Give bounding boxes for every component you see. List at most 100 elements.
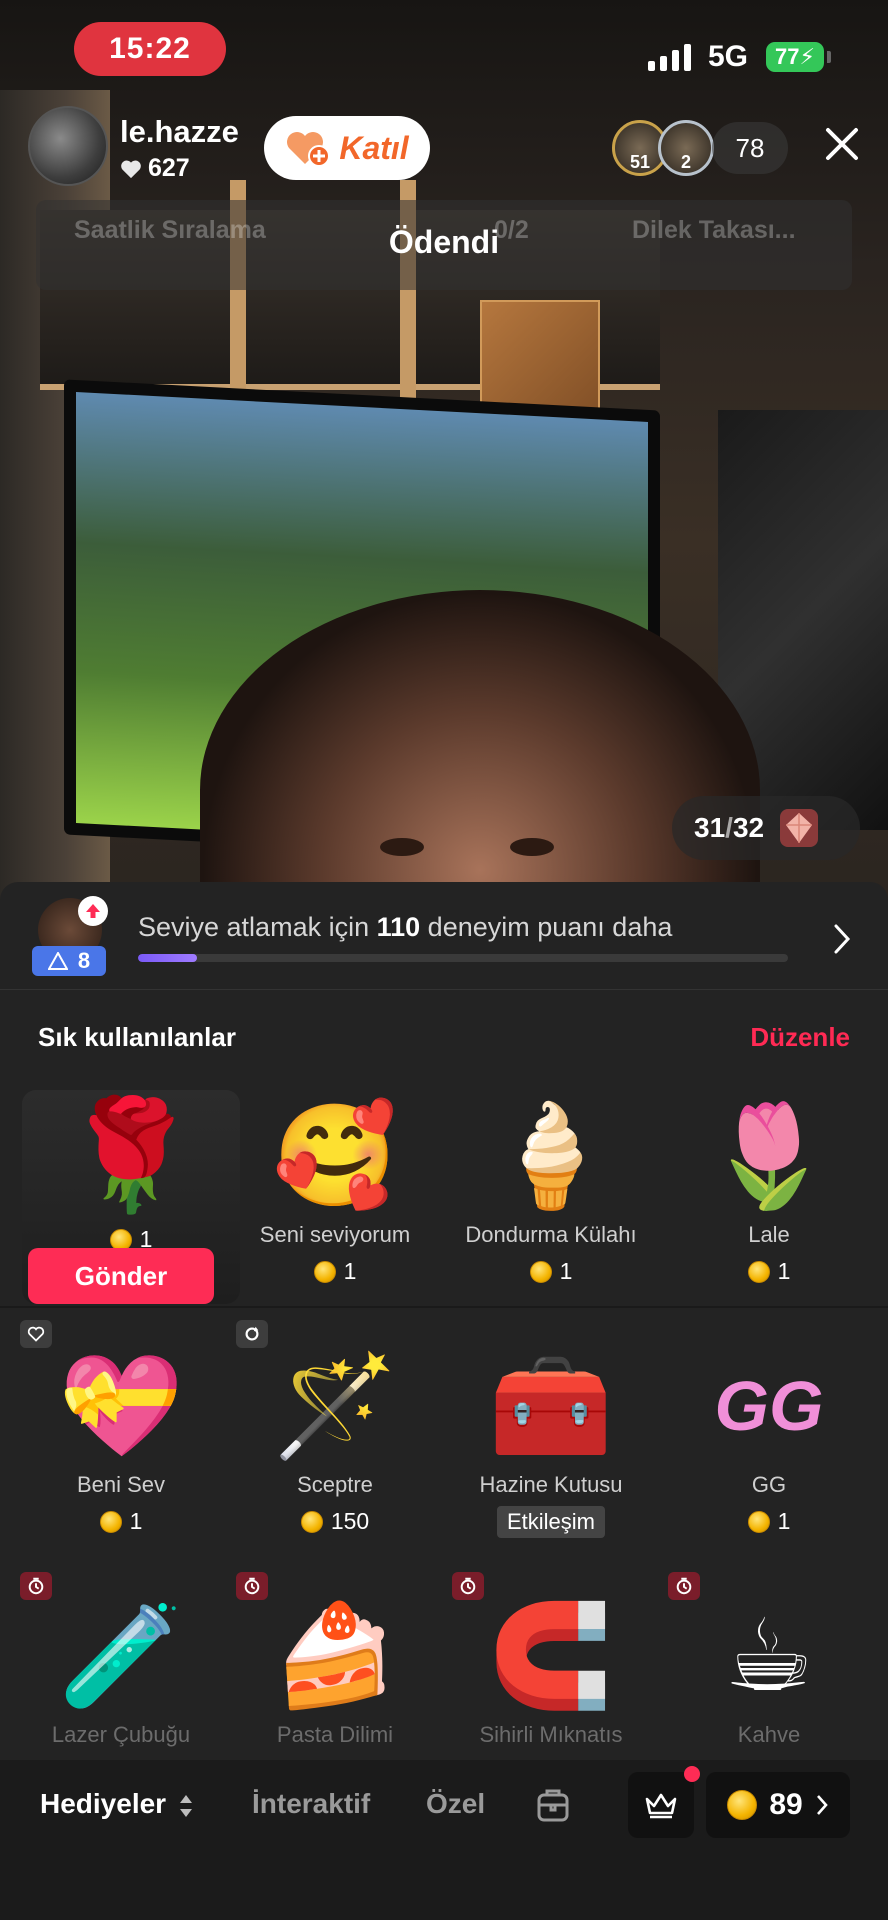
gift-item-dondurma[interactable]: 🍦 Dondurma Külahı 1	[442, 1096, 660, 1285]
gift-name: Beni Sev	[76, 1472, 166, 1497]
tab-interactive[interactable]: İnteraktif	[252, 1788, 370, 1820]
edit-button[interactable]: Düzenle	[750, 1022, 850, 1053]
recharge-button[interactable]: 89	[706, 1772, 850, 1838]
gift-name: Pasta Dilimi	[276, 1722, 394, 1747]
gem-counter[interactable]: 31/32	[672, 796, 860, 860]
love-heart-icon: 💝	[58, 1350, 184, 1462]
coin-icon	[747, 1510, 770, 1533]
crown-button[interactable]	[628, 1772, 694, 1838]
gift-name: Lale	[748, 1222, 790, 1247]
battery-icon: 77 ⚡	[766, 42, 824, 72]
level-progress-fill	[138, 954, 197, 962]
gift-item-lale[interactable]: 🌷 Lale 1	[660, 1096, 878, 1285]
coin-icon	[313, 1260, 336, 1283]
video-eye	[380, 838, 424, 856]
tab-gifts[interactable]: Hediyeler	[40, 1788, 166, 1820]
join-label: Katıl	[339, 129, 409, 166]
interaction-badge: Etkileşim	[496, 1506, 605, 1538]
coin-icon	[300, 1510, 323, 1533]
sceptre-icon: 🪄	[272, 1350, 398, 1462]
level-progress-bar	[138, 954, 788, 962]
level-text: Seviye atlamak için 110 deneyim puanı da…	[138, 912, 672, 943]
frequent-title: Sık kullanılanlar	[38, 1022, 236, 1052]
level-text-suffix: deneyim puanı daha	[420, 912, 673, 942]
network-label: 5G	[708, 40, 749, 73]
coin-icon	[99, 1510, 122, 1533]
gift-price: 150	[226, 1508, 444, 1535]
tulip-icon: 🌷	[706, 1100, 832, 1212]
sort-icon[interactable]	[178, 1792, 194, 1820]
gift-item-pasta-dilimi[interactable]: 🍰 Pasta Dilimi	[226, 1596, 444, 1752]
level-number: 8	[77, 948, 91, 973]
gem-icon	[780, 809, 819, 847]
gift-price-value: 1	[777, 1258, 791, 1284]
tab-special[interactable]: Özel	[426, 1788, 485, 1820]
gift-name: Kahve	[737, 1722, 801, 1747]
gift-price: 1	[12, 1508, 230, 1535]
battery-tip	[827, 51, 831, 63]
gift-item-sihirli-miknatis[interactable]: 🧲 Sihirli Mıknatıs	[442, 1596, 660, 1752]
status-time: 15:22	[74, 22, 226, 76]
battery-level: 77	[775, 44, 800, 69]
gift-item-lazer-cubugu[interactable]: 🧪 Lazer Çubuğu	[12, 1596, 230, 1752]
heart-tag-icon	[20, 1320, 52, 1348]
notification-dot	[684, 1766, 700, 1782]
join-button[interactable]: Katıl	[264, 116, 430, 180]
backpack-icon[interactable]	[534, 1786, 572, 1824]
level-triangle-icon	[47, 952, 68, 970]
top-viewer-avatar[interactable]: 2	[658, 120, 714, 176]
gift-name: Sceptre	[297, 1472, 373, 1497]
treasure-chest-icon: 🧰	[488, 1350, 614, 1462]
hug-heart-icon: 🥰	[272, 1100, 398, 1212]
cake-slice-icon: 🍰	[272, 1600, 398, 1712]
ice-cream-icon: 🍦	[488, 1100, 614, 1212]
paid-toast-text: Ödendi	[388, 224, 500, 260]
gift-name: Sihirli Mıknatıs	[479, 1722, 623, 1747]
close-icon[interactable]	[822, 124, 862, 164]
refresh-tag-icon	[236, 1320, 268, 1348]
magnet-icon: 🧲	[488, 1600, 614, 1712]
level-badge: 8	[32, 946, 106, 976]
level-up-icon	[78, 896, 108, 926]
gift-name: Hazine Kutusu	[479, 1472, 623, 1497]
gift-price-value: 1	[343, 1258, 357, 1284]
rose-icon: 🌹	[63, 1094, 199, 1215]
host-avatar[interactable]	[28, 106, 108, 186]
level-text-prefix: Seviye atlamak için	[138, 912, 377, 942]
host-name[interactable]: le.hazze	[120, 114, 239, 150]
gift-name: Dondurma Külahı	[465, 1222, 637, 1247]
gift-name: Seni seviyorum	[259, 1222, 411, 1247]
chevron-right-icon	[816, 1795, 828, 1815]
laser-stick-icon: 🧪	[58, 1600, 184, 1712]
gift-item-seni-seviyorum[interactable]: 🥰 Seni seviyorum 1	[226, 1096, 444, 1285]
gift-price-value: 1	[129, 1508, 143, 1534]
coin-balance: 89	[769, 1788, 803, 1821]
coin-icon	[529, 1260, 552, 1283]
gift-item-hazine-kutusu[interactable]: 🧰 Hazine Kutusu Etkileşim	[442, 1346, 660, 1538]
gem-total: 32	[732, 812, 765, 843]
gem-current: 31	[694, 812, 726, 843]
gift-price-value: 1	[777, 1508, 791, 1534]
gift-item-kahve[interactable]: ☕ Kahve	[660, 1596, 878, 1752]
gift-name: Lazer Çubuğu	[51, 1722, 191, 1747]
heart-icon	[121, 160, 141, 178]
gift-item-gg[interactable]: GG GG 1	[660, 1346, 878, 1535]
video-eye	[510, 838, 554, 856]
gift-item-beni-sev[interactable]: 💝 Beni Sev 1	[12, 1346, 230, 1535]
chevron-right-icon[interactable]	[830, 922, 854, 956]
gift-price: 1	[226, 1258, 444, 1285]
gift-name: GG	[751, 1472, 787, 1497]
coin-icon	[727, 1790, 758, 1820]
send-button[interactable]: Gönder	[28, 1248, 214, 1304]
viewer-rank: 51	[629, 152, 651, 172]
crown-icon	[645, 1793, 677, 1819]
viewer-count[interactable]: 78	[712, 122, 788, 174]
gift-price-value: 1	[559, 1258, 573, 1284]
gift-item-sceptre[interactable]: 🪄 Sceptre 150	[226, 1346, 444, 1535]
signal-icon	[648, 44, 691, 71]
coin-icon	[747, 1260, 770, 1283]
viewer-rank: 2	[680, 152, 691, 172]
coffee-cup-icon: ☕	[724, 1600, 814, 1712]
gift-price: 1	[660, 1258, 878, 1285]
host-likes-count: 627	[148, 154, 190, 182]
